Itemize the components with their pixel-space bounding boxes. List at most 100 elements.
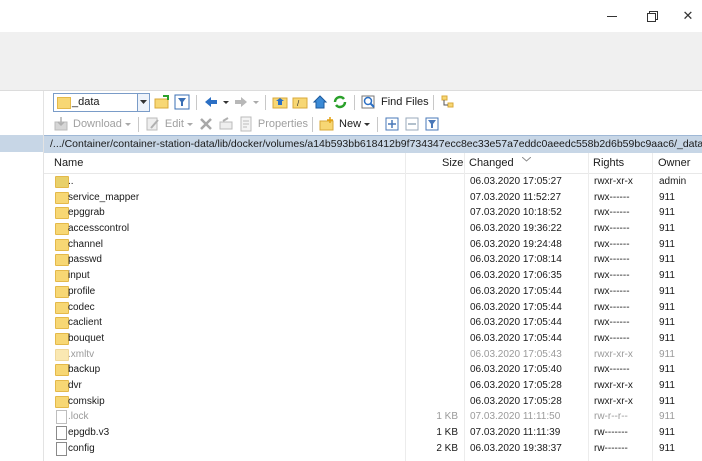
unselect-all-icon[interactable] (404, 116, 420, 132)
file-owner: 911 (659, 317, 675, 329)
tree-view-icon[interactable] (440, 94, 456, 110)
file-list[interactable]: .. 06.03.2020 17:05:27 rwxr-xr-x admin servi… (44, 174, 702, 456)
new-folder-icon[interactable] (319, 116, 335, 132)
delete-icon[interactable] (198, 116, 214, 132)
file-row[interactable]: .xmltv 06.03.2020 17:05:43 rwxr-xr-x 911 (44, 347, 702, 363)
file-owner: 911 (659, 254, 675, 266)
file-name: channel (68, 238, 104, 250)
local-path-band (0, 135, 43, 152)
folder-icon (55, 270, 69, 283)
restore-icon (647, 11, 658, 22)
open-folder-icon[interactable] (154, 94, 170, 110)
file-row[interactable]: passwd 06.03.2020 17:08:14 rwx------ 911 (44, 252, 702, 268)
edit-dropdown-icon[interactable] (186, 116, 194, 132)
location-combo[interactable]: _data (53, 92, 150, 112)
filter-selection-icon[interactable] (424, 116, 440, 132)
toolbar-separator (312, 116, 314, 132)
file-owner: 911 (659, 348, 675, 360)
forward-arrow-icon[interactable] (233, 94, 249, 110)
properties-button[interactable]: Properties (258, 118, 308, 130)
file-row[interactable]: accesscontrol 06.03.2020 19:36:22 rwx-----… (44, 221, 702, 237)
file-size: 1 KB (436, 411, 458, 423)
file-owner: 911 (659, 270, 675, 282)
file-rights: rw------- (594, 427, 628, 438)
file-rights: rwx------ (594, 207, 630, 219)
file-row[interactable]: backup 06.03.2020 17:05:40 rwx------ 911 (44, 362, 702, 378)
file-rights: rwx------ (594, 364, 630, 376)
file-changed: 06.03.2020 19:24:48 (470, 238, 562, 250)
forward-dropdown-icon[interactable] (253, 94, 259, 110)
file-row[interactable]: profile 06.03.2020 17:05:44 rwx------ 911 (44, 284, 702, 300)
file-row[interactable]: channel 06.03.2020 19:24:48 rwx------ 911 (44, 237, 702, 253)
file-row[interactable]: input 06.03.2020 17:06:35 rwx------ 911 (44, 268, 702, 284)
file-row[interactable]: codec 06.03.2020 17:05:44 rwx------ 911 (44, 300, 702, 316)
file-changed: 07.03.2020 11:11:39 (470, 427, 561, 438)
minimize-button[interactable] (594, 0, 630, 32)
column-header-changed[interactable]: Changed (469, 157, 514, 169)
current-path: /.../Container/container-station-data/li… (50, 138, 702, 150)
new-button[interactable]: New (339, 118, 361, 130)
home-directory-icon[interactable] (312, 94, 328, 110)
back-arrow-icon[interactable] (203, 94, 219, 110)
file-changed: 07.03.2020 11:52:27 (470, 191, 562, 203)
file-row[interactable]: comskip 06.03.2020 17:05:28 rwxr-xr-x 911 (44, 394, 702, 410)
file-name: config (68, 442, 95, 454)
download-button[interactable]: Download (73, 118, 122, 130)
find-files-icon[interactable] (361, 94, 377, 110)
file-row[interactable]: caclient 06.03.2020 17:05:44 rwx------ 911 (44, 315, 702, 331)
file-name: epgdb.v3 (68, 427, 110, 438)
file-row[interactable]: bouquet 06.03.2020 17:05:44 rwx------ 911 (44, 331, 702, 347)
file-row[interactable]: .. 06.03.2020 17:05:27 rwxr-xr-x admin (44, 174, 702, 190)
file-rights: rwxr-xr-x (594, 176, 633, 187)
refresh-icon[interactable] (332, 94, 348, 110)
file-owner: 911 (659, 191, 675, 203)
back-dropdown-icon[interactable] (223, 94, 229, 110)
download-icon[interactable] (53, 116, 69, 132)
file-name: .xmltv (68, 348, 95, 360)
file-rights: rw-r--r-- (594, 411, 628, 423)
file-changed: 07.03.2020 11:11:50 (470, 411, 561, 423)
file-row[interactable]: epggrab 07.03.2020 10:18:52 rwx------ 911 (44, 205, 702, 221)
file-owner: 911 (659, 223, 675, 235)
file-name: .. (68, 176, 74, 187)
find-files-button[interactable]: Find Files (381, 96, 429, 108)
select-all-icon[interactable] (384, 116, 400, 132)
column-header-name[interactable]: Name (54, 157, 83, 169)
column-header-owner[interactable]: Owner (658, 157, 690, 169)
edit-button[interactable]: Edit (165, 118, 184, 130)
file-size: 2 KB (436, 442, 458, 454)
filter-icon[interactable] (174, 94, 190, 110)
file-owner: 911 (659, 285, 675, 297)
column-header-size[interactable]: Size (442, 157, 463, 169)
file-rights: rwx------ (594, 317, 630, 329)
path-bar[interactable]: /.../Container/container-station-data/li… (44, 135, 702, 154)
parent-directory-icon[interactable] (272, 94, 288, 110)
column-header-rights[interactable]: Rights (593, 157, 624, 169)
file-owner: admin (659, 176, 687, 187)
file-rights: rwxr-xr-x (594, 379, 633, 391)
close-button[interactable]: ✕ (670, 0, 702, 32)
restore-button[interactable] (634, 0, 670, 32)
file-changed: 06.03.2020 17:08:14 (470, 254, 562, 266)
file-owner: 911 (659, 379, 675, 391)
file-row[interactable]: epgdb.v3 1 KB 07.03.2020 11:11:39 rw-------… (44, 425, 702, 441)
file-row[interactable]: service_mapper 07.03.2020 11:52:27 rwx----… (44, 190, 702, 206)
properties-icon[interactable] (238, 116, 254, 132)
file-row[interactable]: dvr 06.03.2020 17:05:28 rwxr-xr-x 911 (44, 378, 702, 394)
file-changed: 06.03.2020 17:05:27 (470, 176, 562, 187)
file-row[interactable]: config 2 KB 06.03.2020 19:38:37 rw------- 91… (44, 441, 702, 457)
folder-icon (55, 238, 69, 251)
edit-icon[interactable] (145, 116, 161, 132)
combo-dropdown-button[interactable] (137, 93, 149, 111)
toolbar-separator (354, 94, 355, 110)
rename-icon[interactable] (218, 116, 234, 132)
file-row[interactable]: .lock 1 KB 07.03.2020 11:11:50 rw-r--r-- 911 (44, 409, 702, 425)
file-owner: 911 (659, 395, 675, 407)
download-dropdown-icon[interactable] (124, 116, 132, 132)
folder-icon (57, 96, 71, 109)
new-dropdown-icon[interactable] (363, 116, 371, 132)
close-icon: ✕ (682, 8, 694, 23)
file-rights: rwx------ (594, 332, 630, 344)
root-directory-icon[interactable]: / (292, 94, 308, 110)
file-rights: rwx------ (594, 254, 630, 266)
